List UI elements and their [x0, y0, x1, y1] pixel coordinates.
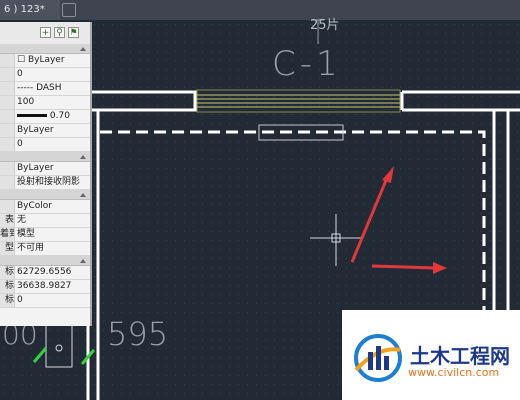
outer-wall-right: [400, 90, 520, 112]
site-watermark: 土木工程网 www.civilcn.com: [342, 310, 520, 400]
property-row[interactable]: ByLayer: [0, 124, 90, 138]
quick-select-icon[interactable]: ⚑: [68, 27, 79, 38]
red-arrow-icon: [350, 166, 447, 274]
property-row[interactable]: 0: [0, 68, 90, 82]
property-row[interactable]: 标 36638.9827: [0, 280, 90, 294]
label-dimension: 595: [107, 315, 169, 353]
property-row[interactable]: ☐ ByLayer: [0, 54, 90, 68]
section-3d-visualization[interactable]: [0, 152, 90, 162]
lineweight-bar-icon: [17, 114, 47, 117]
properties-toolbar: + ⚲ ⚑: [0, 22, 90, 45]
watermark-logo-icon: [354, 334, 402, 382]
color-swatch-icon: ☐ ByLayer: [17, 55, 65, 65]
section-general[interactable]: [0, 44, 90, 54]
property-row[interactable]: 标0: [0, 294, 90, 308]
section-plot-style[interactable]: [0, 190, 90, 200]
select-objects-icon[interactable]: ⚲: [54, 27, 65, 38]
label-quantity: 25片: [310, 18, 340, 33]
property-row[interactable]: 0: [0, 138, 90, 152]
outer-wall-left: [88, 90, 197, 112]
property-row[interactable]: ByLayer: [0, 162, 90, 176]
property-row[interactable]: ByColor: [0, 200, 90, 214]
property-row[interactable]: 标 62729.6556: [0, 266, 90, 280]
properties-panel[interactable]: + ⚲ ⚑ ☐ ByLayer 0 ----- DASH 100 0.70 By…: [0, 22, 92, 326]
property-row[interactable]: 投射和接收阴影: [0, 176, 90, 190]
section-view[interactable]: [0, 256, 90, 266]
door-symbol: [32, 324, 96, 368]
add-icon[interactable]: +: [40, 27, 51, 38]
watermark-url: www.civilcn.com: [408, 366, 500, 379]
property-row[interactable]: 表无: [0, 214, 90, 228]
cad-app: 6 ) 123* 25片 C-1 595 00 + ⚲ ⚑ ☐ ByLayer …: [0, 0, 520, 400]
property-row[interactable]: 100: [0, 96, 90, 110]
label-window-code: C-1: [272, 44, 342, 84]
property-row[interactable]: ----- DASH: [0, 82, 90, 96]
property-row[interactable]: 型不可用: [0, 242, 90, 256]
watermark-text: 土木工程网: [410, 344, 510, 368]
property-row[interactable]: 0.70: [0, 110, 90, 124]
window-opening: [196, 89, 401, 113]
property-row[interactable]: 着到模型: [0, 228, 90, 242]
dashed-boundary: [100, 130, 486, 320]
